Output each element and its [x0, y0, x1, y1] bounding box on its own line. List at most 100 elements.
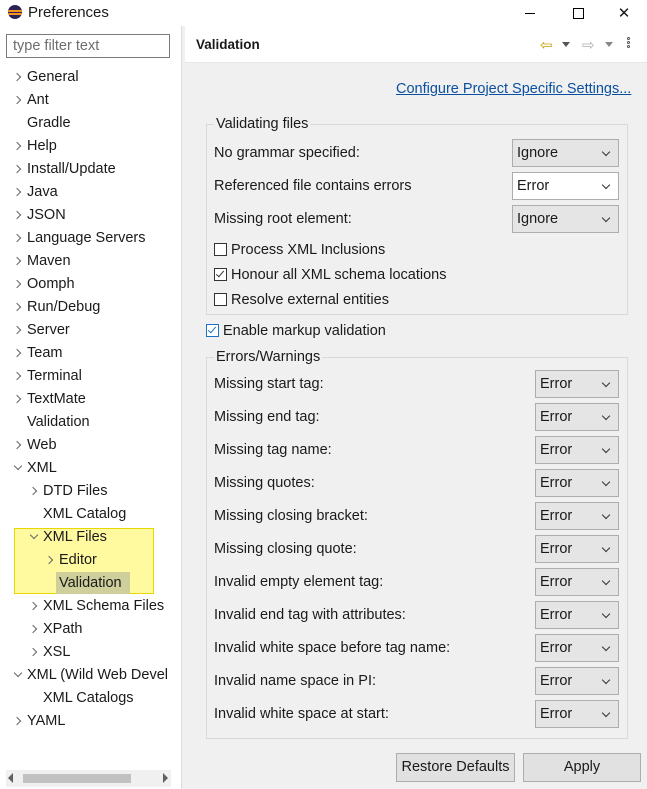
chevron-right-icon[interactable]: [12, 227, 24, 250]
checkbox-box[interactable]: [214, 268, 227, 281]
tree-item-label: General: [27, 69, 79, 85]
tree-item[interactable]: Terminal: [0, 365, 181, 388]
forward-arrow-icon[interactable]: ⇨: [582, 36, 595, 54]
tree-item-label: XML (Wild Web Devel: [27, 667, 169, 683]
tree-item[interactable]: Editor: [0, 549, 181, 572]
maximize-button[interactable]: [555, 0, 601, 26]
severity-dropdown[interactable]: Error: [535, 568, 619, 596]
tree-item[interactable]: JSON: [0, 204, 181, 227]
severity-dropdown[interactable]: Error: [535, 436, 619, 464]
tree-item[interactable]: TextMate: [0, 388, 181, 411]
checkbox-box[interactable]: [206, 324, 219, 337]
tree-item[interactable]: Install/Update: [0, 158, 181, 181]
view-menu-icon[interactable]: [627, 37, 631, 49]
severity-dropdown[interactable]: Error: [535, 634, 619, 662]
severity-dropdown[interactable]: Error: [512, 172, 619, 200]
tree-item[interactable]: XML: [0, 457, 181, 480]
tree-item[interactable]: Language Servers: [0, 227, 181, 250]
minimize-button[interactable]: [507, 0, 553, 26]
tree-item-label: Run/Debug: [27, 299, 101, 315]
severity-dropdown[interactable]: Error: [535, 700, 619, 728]
tree-item[interactable]: Server: [0, 319, 181, 342]
checkbox-box[interactable]: [214, 243, 227, 256]
restore-defaults-button[interactable]: Restore Defaults: [396, 753, 515, 782]
chevron-down-icon: [601, 708, 611, 718]
tree-item[interactable]: Java: [0, 181, 181, 204]
chevron-right-icon[interactable]: [12, 273, 24, 296]
setting-label: Referenced file contains errors: [214, 178, 412, 194]
horizontal-scrollbar[interactable]: [6, 770, 171, 787]
tree-item[interactable]: YAML: [0, 710, 181, 733]
tree-item[interactable]: XML Schema Files: [0, 595, 181, 618]
setting-label: Missing closing quote:: [214, 541, 357, 557]
severity-dropdown[interactable]: Error: [535, 370, 619, 398]
chevron-down-icon[interactable]: [12, 664, 24, 687]
chevron-right-icon[interactable]: [12, 204, 24, 227]
scroll-left-icon[interactable]: [8, 773, 13, 783]
tree-item[interactable]: XML (Wild Web Devel: [0, 664, 181, 687]
chevron-right-icon[interactable]: [28, 641, 40, 664]
chevron-right-icon[interactable]: [28, 480, 40, 503]
chevron-right-icon[interactable]: [12, 89, 24, 112]
chevron-right-icon[interactable]: [12, 181, 24, 204]
page-content: Configure Project Specific Settings... V…: [185, 63, 647, 749]
severity-dropdown[interactable]: Ignore: [512, 139, 619, 167]
dropdown-value: Ignore: [517, 211, 559, 227]
severity-dropdown[interactable]: Error: [535, 469, 619, 497]
tree-item[interactable]: XML Catalog: [0, 503, 181, 526]
chevron-right-icon[interactable]: [12, 388, 24, 411]
tree-item[interactable]: Team: [0, 342, 181, 365]
scrollbar-thumb[interactable]: [23, 774, 131, 783]
tree-item[interactable]: Validation: [0, 411, 181, 434]
back-arrow-icon[interactable]: ⇦: [540, 36, 553, 54]
severity-dropdown[interactable]: Error: [535, 535, 619, 563]
chevron-right-icon[interactable]: [28, 595, 40, 618]
chevron-right-icon[interactable]: [12, 365, 24, 388]
setting-label: Missing root element:: [214, 211, 352, 227]
chevron-down-icon[interactable]: [12, 457, 24, 480]
chevron-right-icon[interactable]: [12, 342, 24, 365]
tree-item[interactable]: Gradle: [0, 112, 181, 135]
dropdown-value: Error: [540, 607, 573, 623]
checkbox-box[interactable]: [214, 293, 227, 306]
tree-item[interactable]: DTD Files: [0, 480, 181, 503]
tree-item[interactable]: Validation: [0, 572, 181, 595]
chevron-right-icon[interactable]: [12, 319, 24, 342]
tree-item[interactable]: Ant: [0, 89, 181, 112]
apply-button[interactable]: Apply: [523, 753, 641, 782]
chevron-right-icon[interactable]: [12, 250, 24, 273]
close-button[interactable]: ✕: [601, 0, 647, 26]
chevron-right-icon[interactable]: [12, 135, 24, 158]
setting-label: Invalid white space before tag name:: [214, 640, 451, 656]
tree-item[interactable]: Maven: [0, 250, 181, 273]
chevron-right-icon[interactable]: [12, 296, 24, 319]
filter-input[interactable]: [6, 34, 170, 58]
configure-project-settings-link[interactable]: Configure Project Specific Settings...: [396, 81, 631, 97]
severity-dropdown[interactable]: Error: [535, 502, 619, 530]
severity-dropdown[interactable]: Error: [535, 601, 619, 629]
chevron-right-icon[interactable]: [12, 710, 24, 733]
setting-label: Invalid end tag with attributes:: [214, 607, 406, 623]
chevron-down-icon[interactable]: [28, 526, 40, 549]
chevron-right-icon[interactable]: [44, 549, 56, 572]
severity-dropdown[interactable]: Error: [535, 403, 619, 431]
tree-item[interactable]: XML Files: [0, 526, 181, 549]
scroll-right-icon[interactable]: [163, 773, 168, 783]
severity-dropdown[interactable]: Error: [535, 667, 619, 695]
chevron-right-icon[interactable]: [12, 158, 24, 181]
tree-item[interactable]: Oomph: [0, 273, 181, 296]
severity-dropdown[interactable]: Ignore: [512, 205, 619, 233]
chevron-right-icon[interactable]: [12, 434, 24, 457]
tree-item[interactable]: XPath: [0, 618, 181, 641]
back-dropdown-icon[interactable]: [562, 42, 570, 47]
tree-item[interactable]: Run/Debug: [0, 296, 181, 319]
tree-item[interactable]: XSL: [0, 641, 181, 664]
tree-item[interactable]: XML Catalogs: [0, 687, 181, 710]
tree-item[interactable]: General: [0, 66, 181, 89]
forward-dropdown-icon[interactable]: [605, 42, 613, 47]
dropdown-value: Error: [540, 574, 573, 590]
tree-item[interactable]: Web: [0, 434, 181, 457]
tree-item[interactable]: Help: [0, 135, 181, 158]
chevron-right-icon[interactable]: [28, 618, 40, 641]
chevron-right-icon[interactable]: [12, 66, 24, 89]
